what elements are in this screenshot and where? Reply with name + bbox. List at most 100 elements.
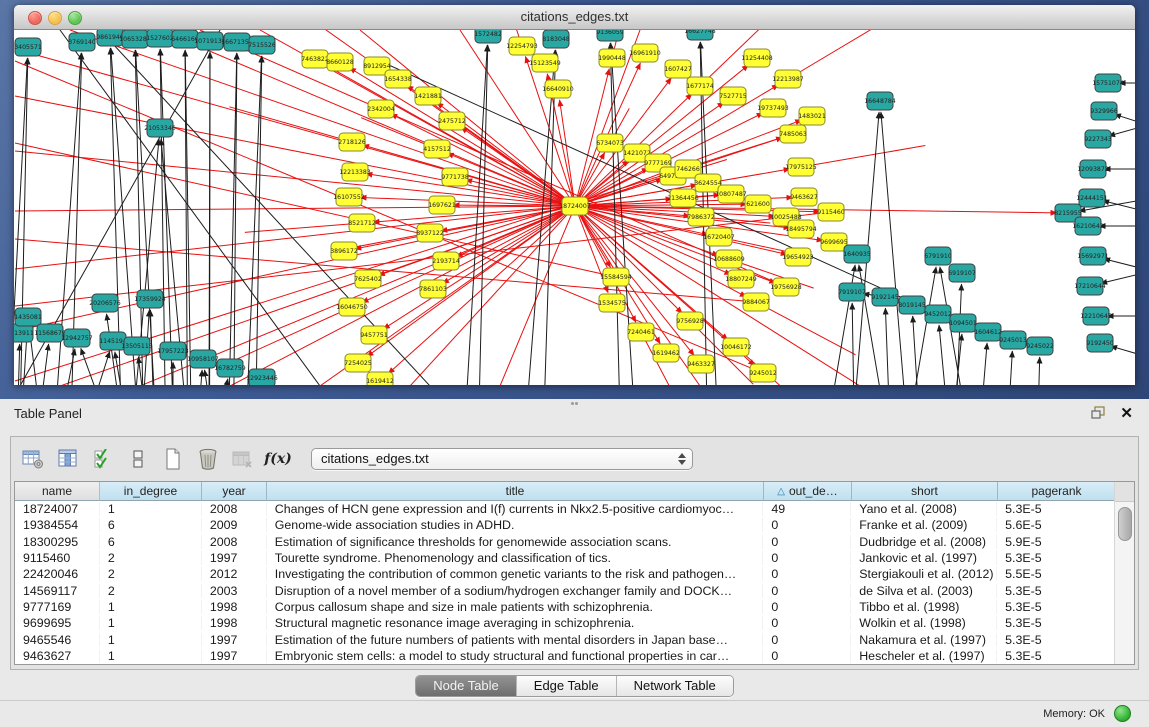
graph-node[interactable]: 8521712 — [348, 214, 376, 232]
table-row[interactable]: 1872400712008Changes of HCN gene express… — [15, 501, 1115, 517]
graph-node[interactable]: 1534575 — [598, 294, 626, 312]
graph-node[interactable]: 11254408 — [741, 49, 773, 67]
graph-node[interactable]: 1483021 — [798, 107, 826, 125]
graph-node[interactable]: 18807249 — [725, 270, 757, 288]
column-header-pagerank[interactable]: pagerank — [998, 482, 1116, 501]
table-row[interactable]: 911546021997Tourette syndrome. Phenomeno… — [15, 550, 1115, 566]
graph-node[interactable]: 7527715 — [719, 87, 747, 105]
graph-node[interactable]: 1654338 — [384, 70, 412, 88]
graph-node[interactable]: 19756928 — [770, 278, 802, 296]
minimize-traffic-light-icon[interactable] — [48, 11, 62, 25]
graph-node[interactable]: 13505115 — [121, 337, 153, 355]
tab-network-table[interactable]: Network Table — [617, 676, 733, 696]
graph-node[interactable]: 2342004 — [367, 100, 395, 118]
table-row[interactable]: 969969511998Structural magnetic resonanc… — [15, 615, 1115, 631]
graph-node[interactable]: 2475712 — [438, 112, 466, 130]
graph-node[interactable]: 18495794 — [785, 220, 817, 238]
graph-node[interactable]: 16627748 — [684, 30, 716, 40]
graph-node[interactable]: 15751074 — [1092, 74, 1124, 92]
table-row[interactable]: 2242004622012Investigating the contribut… — [15, 566, 1115, 582]
function-builder-icon[interactable]: f(x) — [266, 446, 290, 472]
graph-node[interactable]: 2193714 — [432, 252, 460, 270]
graph-node[interactable]: 9245012 — [749, 364, 777, 382]
graph-node[interactable]: 9884067 — [742, 293, 770, 311]
tab-edge-table[interactable]: Edge Table — [517, 676, 617, 696]
graph-node[interactable]: 9771738 — [441, 168, 469, 186]
graph-node[interactable]: 6734073 — [596, 134, 624, 152]
graph-node[interactable]: 9192145 — [871, 288, 899, 306]
graph-node[interactable]: 12210645 — [1080, 307, 1112, 325]
graph-node[interactable]: 7515526 — [248, 36, 276, 54]
table-settings-icon[interactable] — [21, 446, 45, 472]
graph-node[interactable]: 7919107 — [838, 283, 866, 301]
graph-node[interactable]: 1619462 — [652, 344, 680, 362]
graph-node[interactable]: 16640910 — [542, 80, 574, 98]
graph-node[interactable]: 9457751 — [360, 326, 388, 344]
graph-node[interactable]: 9227343 — [1084, 130, 1112, 148]
graph-node[interactable]: 17359924 — [134, 290, 166, 308]
graph-node[interactable]: 1697621 — [428, 196, 456, 214]
column-header-name[interactable]: name — [15, 482, 100, 501]
network-window-titlebar[interactable]: citations_edges.txt — [14, 5, 1135, 30]
graph-node[interactable]: 9192450 — [1086, 334, 1114, 352]
table-row[interactable]: 946554611997Estimation of the future num… — [15, 631, 1115, 647]
graph-node[interactable]: 15692971 — [1077, 247, 1109, 265]
graph-node[interactable]: 1607427 — [664, 60, 692, 78]
graph-node[interactable]: 9463327 — [687, 355, 715, 373]
graph-node[interactable]: 7463822 — [301, 50, 329, 68]
graph-node[interactable]: 7625402 — [354, 270, 382, 288]
graph-node[interactable]: 12254793 — [506, 37, 538, 55]
graph-node[interactable]: 7485063 — [779, 125, 807, 143]
graph-node[interactable]: 1604612 — [974, 323, 1002, 341]
row-height-icon[interactable] — [126, 446, 150, 472]
graph-node[interactable]: 8660128 — [326, 53, 354, 71]
graph-node[interactable]: 16961910 — [629, 44, 661, 62]
column-header-year[interactable]: year — [202, 482, 267, 501]
graph-node[interactable]: 20206576 — [89, 294, 121, 312]
graph-node[interactable]: 9329966 — [1090, 102, 1118, 120]
graph-node[interactable]: 19654923 — [782, 248, 814, 266]
table-scrollbar[interactable] — [1114, 482, 1134, 664]
graph-node[interactable]: 9463627 — [790, 188, 818, 206]
graph-node[interactable]: 6791910 — [924, 247, 952, 265]
graph-node[interactable]: 1640935 — [843, 245, 871, 263]
graph-node[interactable]: 16648784 — [864, 92, 896, 110]
import-table-disabled-icon[interactable] — [231, 446, 255, 472]
graph-node[interactable]: 21364456 — [667, 189, 699, 207]
graph-node[interactable]: 9245013 — [999, 331, 1027, 349]
graph-node[interactable]: 9115460 — [817, 203, 845, 221]
graph-node[interactable]: 3405571 — [14, 38, 42, 56]
scrollbar-thumb[interactable] — [1118, 507, 1132, 541]
graph-node[interactable]: 9245022 — [1026, 337, 1054, 355]
column-header-title[interactable]: title — [267, 482, 764, 501]
network-canvas[interactable]: 1872400774638228660128891295416543382342… — [14, 30, 1135, 385]
graph-node[interactable]: 16720407 — [703, 228, 735, 246]
graph-node[interactable]: 9452012 — [924, 305, 952, 323]
graph-node[interactable]: 12444151 — [1076, 189, 1108, 207]
graph-node[interactable]: 10046172 — [720, 338, 752, 356]
graph-node[interactable]: 12942757 — [61, 329, 93, 347]
float-window-icon[interactable] — [1091, 406, 1107, 424]
graph-node[interactable]: 1094501 — [949, 314, 977, 332]
column-header-in_degree[interactable]: in_degree — [100, 482, 202, 501]
graph-node[interactable]: 15123549 — [529, 54, 561, 72]
graph-node[interactable]: 12213987 — [772, 70, 804, 88]
delete-table-trash-icon[interactable] — [196, 446, 220, 472]
table-row[interactable]: 1830029562008Estimation of significance … — [15, 534, 1115, 550]
graph-node[interactable]: 12093872 — [1077, 160, 1109, 178]
graph-node[interactable]: 9136059 — [596, 30, 624, 41]
graph-node[interactable]: 9313911 — [14, 324, 34, 342]
select-columns-icon[interactable] — [91, 446, 115, 472]
graph-node[interactable]: 3896172 — [330, 242, 358, 260]
graph-node[interactable]: 3769140 — [68, 33, 96, 51]
graph-node[interactable]: 16210643 — [1072, 217, 1104, 235]
graph-node[interactable]: 7240461 — [627, 323, 655, 341]
zoom-traffic-light-icon[interactable] — [68, 11, 82, 25]
graph-node[interactable]: 621600 — [745, 195, 771, 213]
graph-node[interactable]: 1619412 — [366, 372, 394, 385]
table-row[interactable]: 1938455462009Genome-wide association stu… — [15, 517, 1115, 533]
close-panel-icon[interactable]: ✕ — [1120, 404, 1133, 422]
graph-node[interactable]: 1572482 — [474, 30, 502, 43]
graph-node[interactable]: 2718126 — [338, 133, 366, 151]
add-column-icon[interactable] — [56, 446, 80, 472]
